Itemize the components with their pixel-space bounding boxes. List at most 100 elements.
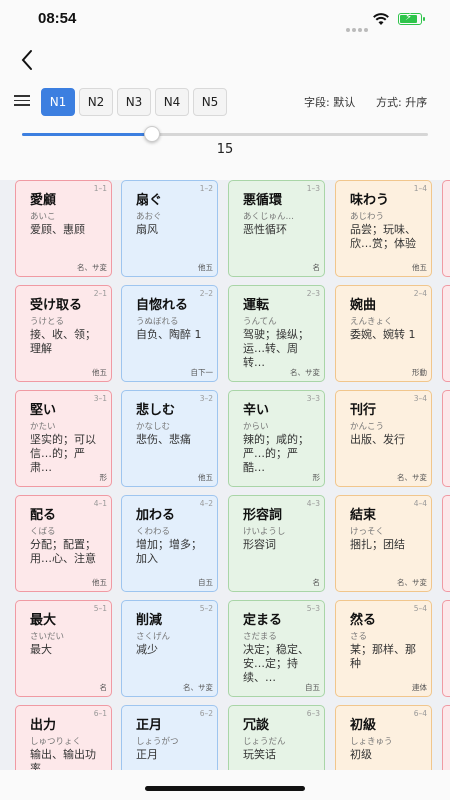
vocab-card[interactable]: 2–2 自惚れる うぬぼれる 自负、陶醉 1 自下一 [121,285,218,382]
card-reading: しょきゅう [350,737,393,747]
card-meaning: 接、收、领；理解 [30,328,96,355]
card-id: 3–3 [306,394,320,403]
card-part-of-speech: 名、サ変 [290,368,320,377]
card-part-of-speech: 連体 [412,683,427,692]
card-meaning: 出版、发行 [350,433,405,446]
vocab-card[interactable]: 6–3 冗談 じょうだん 玩笑话 [228,705,325,770]
vocab-card[interactable]: 1–2 扇ぐ あおぐ 扇风 他五 [121,180,218,277]
vocab-card[interactable]: 4–2 加わる くわわる 增加；增多；加入 自五 [121,495,218,592]
card-word: 刊行 [350,403,377,418]
card-part-of-speech: 形 [99,473,108,482]
card-id: 4–3 [306,499,320,508]
card-reading: さる [350,632,368,642]
card-part-of-speech: 他五 [92,578,107,587]
card-id: 2–4 [413,289,427,298]
vocab-card[interactable]: 2–1 受け取る うけとる 接、收、领；理解 他五 [15,285,112,382]
offscreen-card-edge [442,390,450,487]
offscreen-card-edge [442,180,450,277]
vocab-card[interactable]: 3–4 刊行 かんこう 出版、发行 名、サ変 [335,390,432,487]
card-reading: かなしむ [136,422,171,432]
level-tab-n5[interactable]: N5 [193,88,227,116]
card-meaning: 自负、陶醉 1 [136,328,202,341]
card-id: 6–1 [93,709,107,718]
card-meaning: 决定；稳定、安…定；持续、… [243,643,309,684]
vocab-card[interactable]: 3–2 悲しむ かなしむ 悲伤、悲痛 他五 [121,390,218,487]
sort-field-selector[interactable]: 字段: 默认 [304,94,355,110]
card-id: 6–4 [413,709,427,718]
card-word: 初級 [350,718,377,733]
count-slider-thumb[interactable] [143,126,160,142]
card-word: 自惚れる [136,298,189,313]
back-arrow-icon[interactable] [14,46,42,74]
offscreen-card-edge [442,495,450,592]
card-word: 辛い [243,403,270,418]
card-reading: あくじゅん… [243,212,295,222]
card-meaning: 委婉、婉转 1 [350,328,416,341]
card-word: 冗談 [243,718,270,733]
card-word: 悲しむ [136,403,176,418]
count-slider-fill [22,133,152,136]
vocab-card[interactable]: 6–2 正月 しょうがつ 正月 [121,705,218,770]
card-word: 削減 [136,613,163,628]
card-word: 加わる [136,508,176,523]
vocab-card[interactable]: 5–2 削減 さくげん 减少 名、サ変 [121,600,218,697]
vocab-card[interactable]: 4–1 配る くばる 分配；配置；用…心、注意 他五 [15,495,112,592]
count-slider-track[interactable] [22,133,428,136]
card-part-of-speech: 自五 [198,578,213,587]
vocab-card[interactable]: 2–3 運転 うんてん 驾驶；操纵；运…转、周转… 名、サ変 [228,285,325,382]
card-meaning: 增加；增多；加入 [136,538,202,565]
level-tab-n4[interactable]: N4 [155,88,189,116]
vocab-card[interactable]: 6–1 出力 しゅつりょく 输出、输出功率… [15,705,112,770]
card-meaning: 驾驶；操纵；运…转、周转… [243,328,309,369]
card-meaning: 初级 [350,748,372,761]
card-meaning: 输出、输出功率… [30,748,96,770]
vocab-card[interactable]: 1–4 味わう あじわう 品尝；玩味、欣…赏；体验 他五 [335,180,432,277]
card-id: 6–3 [306,709,320,718]
card-word: 形容詞 [243,508,283,523]
card-word: 味わう [350,193,390,208]
card-part-of-speech: 名、サ変 [77,263,107,272]
vocab-card[interactable]: 1–3 悪循環 あくじゅん… 恶性循环名 [228,180,325,277]
menu-icon[interactable] [14,95,30,107]
card-meaning: 某；那样、那种 [350,643,416,670]
wifi-icon [373,13,389,25]
vocab-card[interactable]: 5–4 然る さる 某；那样、那种 連体 [335,600,432,697]
card-meaning: 分配；配置；用…心、注意 [30,538,96,565]
card-id: 4–4 [413,499,427,508]
home-bar [0,770,450,800]
vocab-card[interactable]: 4–3 形容詞 けいようし 形容词名 [228,495,325,592]
filter-toolbar: N1 N2 N3 N4 N5 字段: 默认 方式: 升序 15 [0,80,450,180]
vocab-card[interactable]: 1–1 愛顧 あいこ 爱顾、惠顾 名、サ変 [15,180,112,277]
card-reading: くばる [30,527,56,537]
card-word: 扇ぐ [136,193,163,208]
sort-order-selector[interactable]: 方式: 升序 [376,94,427,110]
vocab-card[interactable]: 3–3 辛い からい 辣的；咸的；严…的；严酷… 形 [228,390,325,487]
card-id: 5–1 [93,604,107,613]
vocab-card[interactable]: 5–1 最大 さいだい 最大名 [15,600,112,697]
card-id: 1–3 [306,184,320,193]
vocab-card-grid: 1–1 愛顧 あいこ 爱顾、惠顾 名、サ変 1–2 扇ぐあおぐ 扇风他五 1–3 悪循環 あくじゅん… [0,180,450,770]
vocab-card[interactable]: 4–4 結束 けっそく 捆扎；团结 名、サ変 [335,495,432,592]
card-id: 5–3 [306,604,320,613]
vocab-card[interactable]: 6–4 初級しょきゅう 初级 [335,705,432,770]
offscreen-card-edge [442,705,450,770]
card-id: 1–1 [93,184,107,193]
vocab-card[interactable]: 5–3 定まる さだまる 决定；稳定、安…定；持续、… 自五 [228,600,325,697]
card-meaning: 捆扎；团结 [350,538,405,551]
card-id: 1–2 [199,184,213,193]
vocab-card[interactable]: 2–4 婉曲 えんきょく 委婉、婉转 1 形動 [335,285,432,382]
level-tab-n2[interactable]: N2 [79,88,113,116]
card-reading: あおぐ [136,212,162,222]
level-tab-n1[interactable]: N1 [41,88,75,116]
card-part-of-speech: 名 [312,578,321,587]
level-tab-n3[interactable]: N3 [117,88,151,116]
card-word: 然る [350,613,377,628]
card-id: 2–1 [93,289,107,298]
slider-value: 15 [216,142,234,157]
status-bar: 08:54 ⚡ [0,0,450,40]
card-reading: からい [243,422,269,432]
card-reading: えんきょく [350,317,393,327]
vocab-card[interactable]: 3–1 堅い かたい 坚实的；可以信…的；严肃… 形 [15,390,112,487]
card-reading: うけとる [30,317,65,327]
card-meaning: 扇风 [136,223,158,236]
